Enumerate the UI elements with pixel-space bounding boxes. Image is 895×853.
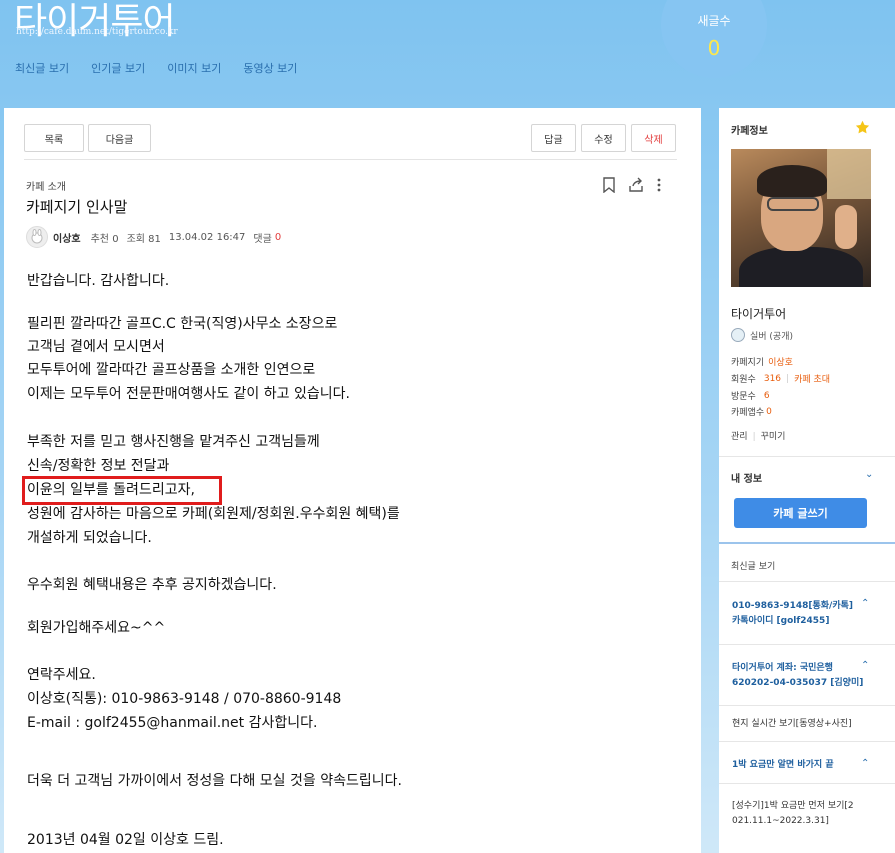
article-toolbar: 목록 다음글 답글 수정 삭제 [24, 124, 677, 152]
cafe-grade[interactable]: 실버 (공개) [731, 328, 793, 342]
visits-label: 방문수 [731, 392, 756, 402]
body-line: 반갑습니다. 감사합니다. [27, 273, 170, 289]
body-line: 회원가입해주세요~^^ [27, 620, 166, 636]
body-line: 성원에 감사하는 마음으로 카페(회원제/정회원.우수회원 혜택)를 [27, 506, 400, 522]
new-posts-label: 새글수 [697, 14, 731, 28]
sidebar-divider [719, 456, 895, 457]
invite-link[interactable]: 카페 초대 [794, 372, 830, 385]
body-line: 2013년 04월 02일 이상호 드림. [27, 832, 224, 848]
body-line: 연락주세요. [27, 667, 96, 683]
chevron-up-icon[interactable]: ⌃ [861, 758, 869, 769]
decorate-link[interactable]: 꾸미기 [761, 432, 786, 442]
nav-recent[interactable]: 최신글 보기 [15, 60, 69, 76]
delete-button[interactable]: 삭제 [631, 124, 676, 152]
recommend-count: 추천 0 [90, 233, 119, 245]
grade-icon [731, 328, 745, 342]
my-info-toggle[interactable]: 내 정보 [731, 470, 762, 485]
cafe-url[interactable]: http://cafe.daum.net/tigertour.co.kr [16, 27, 178, 37]
author-name[interactable]: 이상호 [53, 230, 81, 245]
sidebar-accent-line [719, 542, 895, 544]
cafe-info-title: 카페정보 [731, 126, 768, 137]
nav-images[interactable]: 이미지 보기 [167, 60, 221, 76]
cafe-title[interactable]: 타이거투어 [14, 0, 176, 44]
more-icon[interactable] [656, 177, 662, 193]
manage-link[interactable]: 관리 [731, 432, 748, 442]
nav-videos[interactable]: 동영상 보기 [243, 60, 297, 76]
post-category[interactable]: 카페 소개 [26, 178, 66, 193]
author-avatar[interactable] [26, 226, 48, 248]
notice-rate[interactable]: 1박 요금만 알면 바가지 끝 [732, 758, 834, 773]
sidebar-divider [719, 741, 895, 742]
post-date: 13.04.02 16:47 [168, 231, 246, 243]
cafe-owner-photo[interactable] [731, 149, 871, 287]
grade-text: 실버 (공개) [750, 331, 794, 342]
body-line: 개설하게 되었습니다. [27, 530, 152, 546]
visits-row: 방문수 6 [731, 389, 770, 403]
sidebar-divider [719, 705, 895, 706]
notice-live-view[interactable]: 현지 실시간 보기[동영상+사진] [732, 717, 852, 732]
sidebar-divider [719, 644, 895, 645]
view-count: 조회 81 [126, 233, 161, 245]
edit-button[interactable]: 수정 [581, 124, 626, 152]
notice-bank-account[interactable]: 타이거투어 계좌: 국민은행 620202-04-035037 [김양미] [732, 661, 863, 691]
star-icon[interactable] [855, 120, 870, 139]
write-post-button[interactable]: 카페 글쓰기 [734, 498, 867, 528]
body-line: 신속/정확한 정보 전달과 [27, 458, 170, 474]
cafe-sidebar: 카페정보 타이거투어 실버 (공개) 카페지기 이상호 회원수 316 | 카페… [719, 108, 895, 853]
recent-posts-link[interactable]: 최신글 보기 [731, 559, 775, 572]
body-line: 필리핀 깔라따간 골프C.C 한국(직영)사무소 소장으로 [27, 316, 338, 332]
body-line: 부족한 저를 믿고 행사진행을 맡겨주신 고객님들께 [27, 434, 320, 450]
apps-label: 카페앱수 [731, 408, 765, 418]
body-line: 우수회원 혜택내용은 추후 공지하겠습니다. [27, 577, 277, 593]
manager-name[interactable]: 이상호 [768, 355, 793, 368]
notice-peak-season[interactable]: [성수기]1박 요금만 먼저 보기[2 021.11.1~2022.3.31] [732, 799, 854, 829]
members-row: 회원수 316 | 카페 초대 [731, 372, 831, 386]
sidebar-divider [719, 783, 895, 784]
red-highlight-box [22, 476, 222, 505]
members-label: 회원수 [731, 375, 756, 385]
bookmark-icon[interactable] [602, 177, 616, 193]
sidebar-divider [719, 581, 895, 582]
comments-label[interactable]: 댓글 [253, 230, 271, 245]
body-line: 더욱 더 고객님 가까이에서 정성을 다해 모실 것을 약속드립니다. [27, 773, 402, 789]
members-count[interactable]: 316 [764, 374, 781, 384]
share-icon[interactable] [628, 177, 644, 193]
reply-button[interactable]: 답글 [531, 124, 576, 152]
comments-count[interactable]: 0 [275, 232, 281, 243]
post-actions [602, 177, 662, 193]
manager-label: 카페지기 [731, 358, 765, 368]
cafe-nav: 최신글 보기 인기글 보기 이미지 보기 동영상 보기 [15, 60, 297, 76]
body-line: 모두투어에 깔라따간 골프상품을 소개한 인연으로 [27, 362, 316, 378]
new-posts-circle: 새글수 0 [661, 0, 767, 78]
toolbar-divider [24, 159, 677, 160]
post-meta: 이상호 추천 0 조회 81 13.04.02 16:47 댓글 0 [26, 226, 281, 248]
notice-phone[interactable]: 010-9863-9148[통화/카톡] 카톡아이디 [golf2455] [732, 599, 853, 629]
sidebar-cafe-name[interactable]: 타이거투어 [731, 305, 786, 322]
post-title: 카페지기 인사말 [26, 198, 128, 216]
body-line: 이상호(직통): 010-9863-9148 / 070-8860-9148 [27, 691, 342, 707]
list-button[interactable]: 목록 [24, 124, 84, 152]
next-post-button[interactable]: 다음글 [88, 124, 151, 152]
article-panel: 목록 다음글 답글 수정 삭제 카페 소개 카페지기 인사말 이상호 추천 0 … [4, 108, 701, 853]
chevron-up-icon[interactable]: ⌃ [861, 660, 869, 671]
body-line: 고객님 곁에서 모시면서 [27, 339, 165, 355]
cafe-header: 타이거투어 http://cafe.daum.net/tigertour.co.… [0, 0, 895, 110]
nav-popular[interactable]: 인기글 보기 [91, 60, 145, 76]
chevron-up-icon[interactable]: ⌃ [861, 598, 869, 609]
manage-links: 관리 | 꾸미기 [731, 432, 786, 442]
new-posts-count: 0 [707, 36, 721, 60]
body-line: 이제는 모두투어 전문판매여행사도 같이 하고 있습니다. [27, 386, 350, 402]
visits-count: 6 [763, 390, 770, 401]
manager-row: 카페지기 이상호 [731, 355, 793, 368]
apps-row: 카페앱수 0 [731, 405, 772, 419]
body-line: E-mail : golf2455@hanmail.net 감사합니다. [27, 715, 318, 731]
apps-count: 0 [766, 406, 772, 417]
chevron-down-icon[interactable]: ⌄ [865, 469, 873, 480]
